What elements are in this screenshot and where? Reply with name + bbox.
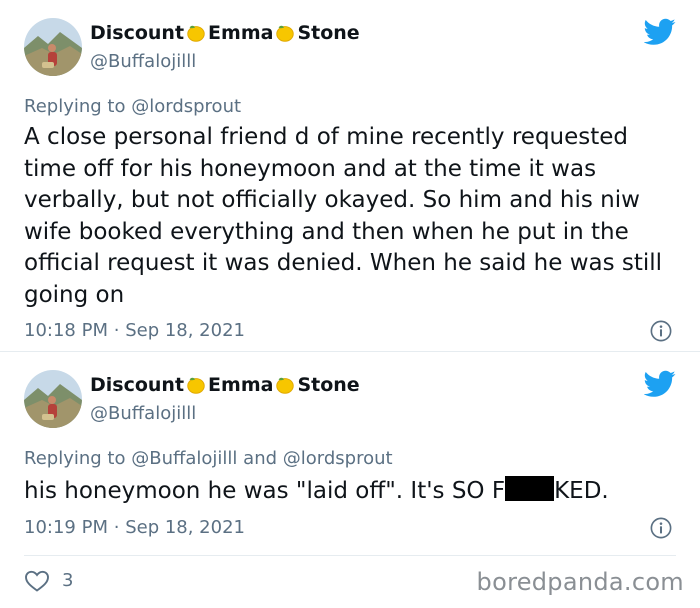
mention-link[interactable]: @Buffalojilll: [131, 448, 237, 469]
replying-and: and: [243, 448, 278, 469]
display-name-part: Stone: [297, 22, 360, 44]
display-name-part: Stone: [297, 374, 360, 396]
display-name-part: Emma: [208, 374, 274, 396]
user-handle[interactable]: @Buffalojilll: [90, 403, 196, 424]
tweet-time: 10:18 PM: [24, 320, 108, 341]
tweet-card: Discount Emma Stone @Buffalojilll Replyi…: [0, 352, 700, 548]
tweet-timestamp[interactable]: 10:18 PM · Sep 18, 2021: [24, 320, 245, 341]
tweet-card: Discount Emma Stone @Buffalojilll Replyi…: [0, 0, 700, 352]
lemon-emoji-icon: [274, 374, 296, 396]
replying-to-label: Replying to: [24, 448, 126, 469]
lemon-emoji-icon: [185, 374, 207, 396]
lemon-emoji-icon: [185, 22, 207, 44]
censor-bar: [505, 476, 555, 501]
separator: ·: [113, 517, 120, 538]
twitter-bird-icon[interactable]: [644, 370, 676, 398]
display-name-part: Emma: [208, 22, 274, 44]
tweet-text-part: KED.: [554, 478, 609, 504]
footer-divider: [24, 555, 676, 556]
info-icon[interactable]: [650, 517, 672, 539]
tweet-time: 10:19 PM: [24, 517, 108, 538]
user-handle[interactable]: @Buffalojilll: [90, 51, 196, 72]
tweet-text: his honeymoon he was "laid off". It's SO…: [24, 476, 674, 508]
separator: ·: [113, 320, 120, 341]
display-name-part: Discount: [90, 374, 185, 396]
mention-link[interactable]: @lordsprout: [283, 448, 393, 469]
info-icon[interactable]: [650, 320, 672, 342]
display-name[interactable]: Discount Emma Stone: [90, 22, 360, 44]
replying-to-line: Replying to @lordsprout: [24, 96, 241, 117]
twitter-bird-icon[interactable]: [644, 18, 676, 46]
tweet-date: Sep 18, 2021: [125, 517, 245, 538]
avatar[interactable]: [24, 18, 82, 76]
lemon-emoji-icon: [274, 22, 296, 44]
display-name[interactable]: Discount Emma Stone: [90, 374, 360, 396]
like-count: 3: [62, 570, 74, 591]
display-name-part: Discount: [90, 22, 185, 44]
replying-to-line: Replying to @Buffalojilll and @lordsprou…: [24, 448, 393, 469]
tweet-date: Sep 18, 2021: [125, 320, 245, 341]
avatar[interactable]: [24, 370, 82, 428]
tweet-text: A close personal friend d of mine recent…: [24, 124, 663, 308]
mention-link[interactable]: @lordsprout: [131, 96, 241, 117]
tweet-timestamp[interactable]: 10:19 PM · Sep 18, 2021: [24, 517, 245, 538]
tweet-text-part: his honeymoon he was "laid off". It's SO…: [24, 478, 506, 504]
heart-icon[interactable]: [24, 569, 50, 593]
watermark: boredpanda.com: [476, 568, 684, 596]
replying-to-label: Replying to: [24, 96, 126, 117]
